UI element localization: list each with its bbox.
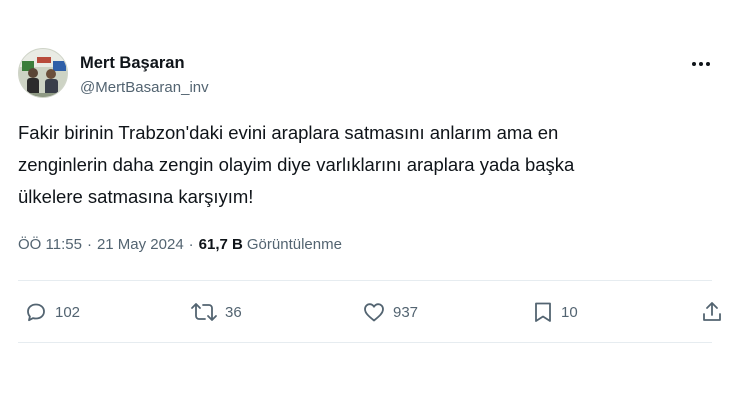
bookmark-icon — [535, 302, 551, 322]
author-name[interactable]: Mert Başaran — [80, 54, 185, 73]
share-icon — [703, 302, 721, 321]
heart-icon — [364, 303, 384, 322]
like-button[interactable]: 937 — [362, 290, 418, 334]
retweet-icon — [191, 303, 217, 321]
tweet-text-line: Fakir birinin Trabzon'daki evini araplar… — [18, 122, 559, 143]
divider — [18, 342, 712, 343]
bookmark-button[interactable]: 10 — [532, 290, 578, 334]
reply-icon — [27, 303, 45, 322]
bookmark-count: 10 — [561, 303, 578, 321]
tweet: Mert Başaran @MertBasaran_inv Fakir biri… — [0, 0, 730, 420]
tweet-text-line: ülkelere satmasına karşıyım! — [18, 186, 254, 207]
retweet-button[interactable]: 36 — [190, 290, 242, 334]
author-handle[interactable]: @MertBasaran_inv — [80, 79, 209, 96]
tweet-text-line: zenginlerin daha zengin olayim diye varl… — [18, 154, 575, 175]
reply-button[interactable]: 102 — [24, 290, 80, 334]
tweet-actions: 102 36 937 10 — [18, 290, 730, 334]
tweet-time[interactable]: ÖÖ 11:55 — [18, 236, 82, 253]
tweet-meta: ÖÖ 11:55 · 21 May 2024 · 61,7 B Görüntül… — [18, 236, 342, 253]
tweet-header: Mert Başaran @MertBasaran_inv — [18, 48, 718, 104]
tweet-date[interactable]: 21 May 2024 — [97, 236, 184, 253]
tweet-text: Fakir birinin Trabzon'daki evini araplar… — [18, 117, 708, 213]
meta-separator: · — [188, 236, 194, 253]
meta-separator: · — [86, 236, 92, 253]
retweet-count: 36 — [225, 303, 242, 321]
reply-count: 102 — [55, 303, 81, 321]
like-count: 937 — [393, 303, 419, 321]
divider — [18, 280, 712, 281]
more-horizontal-icon — [692, 62, 710, 66]
avatar-image — [19, 49, 67, 97]
more-options-button[interactable] — [688, 54, 714, 74]
views-label: Görüntülenme — [246, 236, 342, 253]
views-count: 61,7 B — [198, 236, 243, 253]
share-button[interactable] — [700, 290, 724, 334]
avatar[interactable] — [18, 48, 68, 98]
